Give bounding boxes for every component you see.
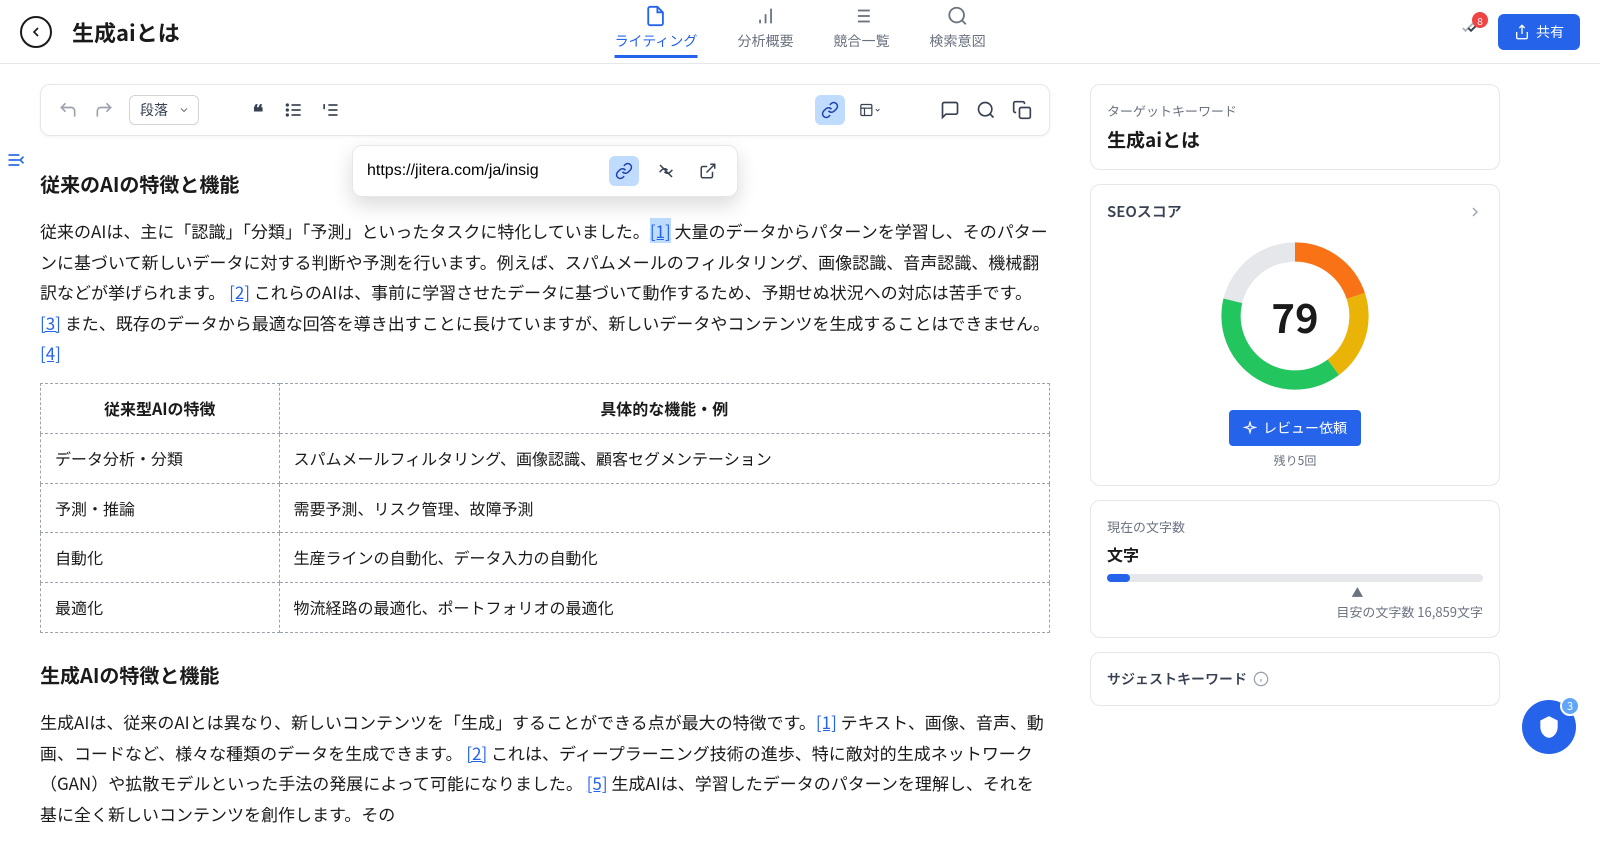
link-button[interactable] <box>815 95 845 125</box>
bar-chart-icon <box>754 5 776 27</box>
target-keyword-label: ターゲットキーワード <box>1107 101 1483 120</box>
comment-icon <box>940 100 960 120</box>
suggest-keyword-label: サジェストキーワード <box>1107 669 1247 689</box>
char-unit: 文字 <box>1107 542 1483 566</box>
reference-link-6[interactable]: [2] <box>466 740 487 765</box>
reference-link-1[interactable]: [1] <box>650 218 671 243</box>
feature-table[interactable]: 従来型AIの特徴具体的な機能・例 データ分析・分類スパムメールフィルタリング、画… <box>40 383 1050 633</box>
reference-link-4[interactable]: [4] <box>40 340 61 365</box>
redo-icon <box>94 100 114 120</box>
char-count-label: 現在の文字数 <box>1107 517 1483 536</box>
popover-link-button[interactable] <box>609 156 639 186</box>
link-popover <box>352 145 738 197</box>
tab-competitors[interactable]: 競合一覧 <box>833 5 889 58</box>
external-link-icon <box>699 162 717 180</box>
ai-assistant-fab[interactable]: 3 <box>1522 700 1576 754</box>
heading-generative-ai: 生成AIの特徴と機能 <box>40 657 1050 693</box>
table-row: データ分析・分類スパムメールフィルタリング、画像認識、顧客セグメンテーション <box>41 433 1050 483</box>
reference-link-3[interactable]: [3] <box>40 310 61 335</box>
table-row: 予測・推論需要予測、リスク管理、故障予測 <box>41 483 1050 533</box>
seo-score-label: SEOスコア <box>1107 201 1182 222</box>
share-icon <box>1514 24 1530 40</box>
redo-button[interactable] <box>93 99 115 121</box>
tab-analysis[interactable]: 分析概要 <box>737 5 793 58</box>
document-icon <box>645 5 667 27</box>
popover-unlink-button[interactable] <box>651 156 681 186</box>
copy-icon <box>1012 100 1032 120</box>
char-target-text: 目安の文字数 16,859文字 <box>1107 602 1483 621</box>
number-list-icon <box>320 100 340 120</box>
nav-tabs: ライティング 分析概要 競合一覧 検索意図 <box>615 5 986 58</box>
seo-score-gauge: 79 <box>1215 236 1375 396</box>
table-header: 従来型AIの特徴 <box>41 383 280 433</box>
seo-score-card[interactable]: SEOスコア 79 レビュー依頼 残り5回 <box>1090 184 1500 486</box>
char-marker-icon: ▲ <box>1351 584 1363 601</box>
share-button[interactable]: 共有 <box>1498 14 1580 50</box>
chevron-down-icon <box>874 105 881 115</box>
char-progress-bar: ▲ <box>1107 574 1483 582</box>
reference-link-2[interactable]: [2] <box>229 279 250 304</box>
table-row: 最適化物流経路の最適化、ポートフォリオの最適化 <box>41 583 1050 633</box>
copy-button[interactable] <box>1011 99 1033 121</box>
target-keyword-card: ターゲットキーワード 生成aiとは <box>1090 84 1500 170</box>
chevron-right-icon <box>1467 204 1483 220</box>
target-keyword-value: 生成aiとは <box>1107 126 1483 153</box>
sparkle-icon <box>1243 421 1257 435</box>
info-icon <box>1253 671 1269 687</box>
reference-link-5[interactable]: [1] <box>816 709 837 734</box>
popover-open-button[interactable] <box>693 156 723 186</box>
paragraph: 生成AIは、従来のAIとは異なり、新しいコンテンツを「生成」することができる点が… <box>40 707 1050 829</box>
bullet-list-icon <box>284 100 304 120</box>
page-title: 生成aiとは <box>72 16 180 48</box>
link-icon <box>615 162 633 180</box>
right-sidebar: ターゲットキーワード 生成aiとは SEOスコア 79 <box>1090 64 1520 863</box>
unlink-icon <box>657 162 675 180</box>
quote-button[interactable]: ❝ <box>247 99 269 121</box>
table-icon <box>859 100 874 120</box>
reference-link-7[interactable]: [5] <box>587 770 608 795</box>
arrow-left-icon <box>28 24 44 40</box>
topbar: 生成aiとは ライティング 分析概要 競合一覧 検索意図 8 共有 <box>0 0 1600 64</box>
comment-button[interactable] <box>939 99 961 121</box>
number-list-button[interactable] <box>319 99 341 121</box>
collapse-icon <box>6 150 26 170</box>
table-row: 自動化生産ラインの自動化、データ入力の自動化 <box>41 533 1050 583</box>
char-count-card: 現在の文字数 文字 ▲ 目安の文字数 16,859文字 <box>1090 500 1500 638</box>
editor-content[interactable]: 従来のAIの特徴と機能 従来のAIは、主に「認識」「分類」「予測」といったタスク… <box>40 166 1050 829</box>
review-request-button[interactable]: レビュー依頼 <box>1229 410 1361 446</box>
list-icon <box>850 5 872 27</box>
remaining-count: 残り5回 <box>1274 452 1317 469</box>
fab-badge-count: 3 <box>1560 696 1580 716</box>
search-icon <box>976 100 996 120</box>
table-header: 具体的な機能・例 <box>279 383 1050 433</box>
link-icon <box>821 101 839 119</box>
undo-icon <box>58 100 78 120</box>
bullet-list-button[interactable] <box>283 99 305 121</box>
format-select[interactable]: 段落 <box>129 95 199 125</box>
tab-writing[interactable]: ライティング <box>615 5 698 58</box>
assistant-icon <box>1536 714 1562 740</box>
paragraph: 従来のAIは、主に「認識」「分類」「予測」といったタスクに特化していました。[1… <box>40 216 1050 369</box>
tab-intent[interactable]: 検索意図 <box>929 5 985 58</box>
editor-toolbar: 段落 ❝ <box>40 84 1050 136</box>
undo-button[interactable] <box>57 99 79 121</box>
sidebar-collapse-handle[interactable] <box>0 144 32 181</box>
link-url-input[interactable] <box>367 162 597 180</box>
search-icon <box>946 5 968 27</box>
find-button[interactable] <box>975 99 997 121</box>
back-button[interactable] <box>20 16 52 48</box>
checklist-button[interactable]: 8 <box>1460 18 1482 45</box>
suggest-keyword-card[interactable]: サジェストキーワード <box>1090 652 1500 706</box>
table-button[interactable] <box>859 99 881 121</box>
badge-count: 8 <box>1472 12 1488 28</box>
char-progress-fill <box>1107 574 1130 582</box>
seo-score-value: 79 <box>1215 236 1375 396</box>
